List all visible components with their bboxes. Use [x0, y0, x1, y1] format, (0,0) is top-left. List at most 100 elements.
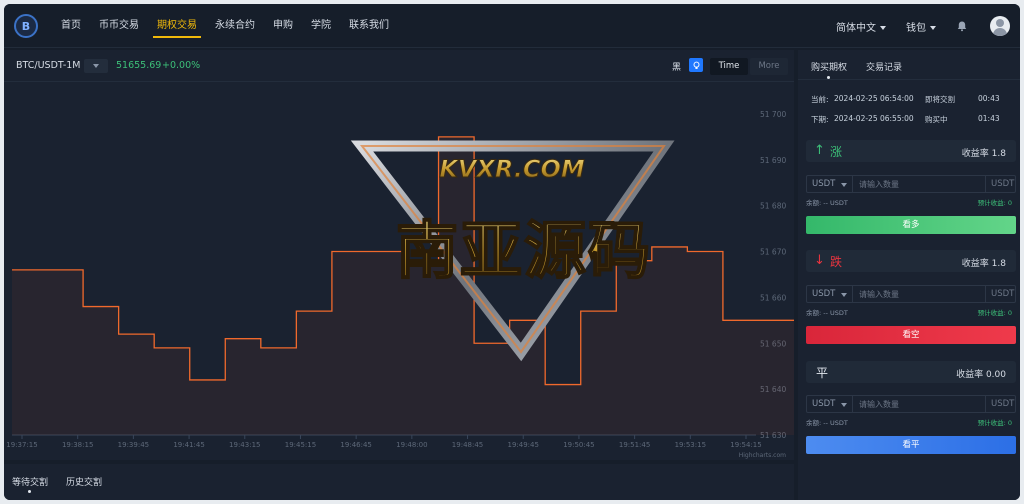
up-label: 涨 — [830, 145, 843, 159]
balance-label: 余额: — [806, 309, 822, 317]
down-rate-label: 收益率 — [961, 259, 989, 269]
currency-select-label[interactable]: USDT — [812, 399, 835, 409]
divider — [985, 396, 986, 412]
tab-history-delivery[interactable]: 历史交割 — [66, 475, 102, 488]
language-select[interactable]: 简体中文 — [836, 19, 886, 34]
expected-value: 0 — [1007, 199, 1012, 207]
buy-flat-button[interactable]: 看平 — [806, 436, 1016, 454]
chart-svg: 51 70051 69051 68051 67051 66051 65051 6… — [6, 110, 794, 459]
current-time: 2024-02-25 06:54:00 — [834, 94, 914, 103]
balance: 余额: -- USDT — [806, 197, 848, 207]
expected-profit: 预计收益: 0 — [978, 417, 1012, 427]
x-tick-label: 19:50:45 — [563, 441, 594, 449]
wallet-label: 钱包 — [906, 22, 926, 34]
next-label: 下期: — [811, 115, 829, 124]
balance-label: 余额: — [806, 199, 822, 207]
arrow-down-icon: ↓ — [814, 253, 825, 268]
divider — [852, 286, 853, 302]
top-nav: B 首页 币币交易 期权交易 永续合约 申购 学院 联系我们 简体中文 钱包 — [4, 4, 1020, 48]
y-tick-label: 51 700 — [760, 110, 786, 119]
balance-value: -- USDT — [823, 199, 848, 207]
chevron-down-icon — [930, 25, 936, 30]
theme-dark-button[interactable]: 黑 — [672, 60, 681, 73]
divider — [852, 396, 853, 412]
tab-active-indicator — [827, 76, 830, 79]
order-panel: 购买期权 交易记录 当前: 2024-02-25 06:54:00 即将交割 0… — [798, 50, 1020, 500]
divider — [985, 176, 986, 192]
x-tick-label: 19:43:15 — [229, 441, 260, 449]
buy-down-button[interactable]: 看空 — [806, 326, 1016, 344]
nav-item-options[interactable]: 期权交易 — [148, 4, 206, 48]
currency-select-label[interactable]: USDT — [812, 289, 835, 299]
price-change: +0.00% — [162, 60, 201, 71]
y-tick-label: 51 680 — [760, 202, 786, 211]
tab-active-indicator — [28, 490, 31, 493]
chevron-down-icon — [880, 25, 886, 30]
time-interval-button[interactable]: Time — [710, 58, 748, 75]
flat-rate-value: 0.00 — [985, 370, 1006, 380]
flat-rate: 收益率 0.00 — [956, 367, 1006, 380]
up-card: ↑ 涨 收益率 1.8 — [806, 140, 1016, 162]
more-interval-button[interactable]: More — [750, 58, 788, 75]
y-tick-label: 51 670 — [760, 248, 786, 257]
current-countdown: 00:43 — [978, 94, 1000, 103]
current-period-row: 当前: 2024-02-25 06:54:00 即将交割 00:43 — [811, 94, 1016, 104]
nav-item-academy[interactable]: 学院 — [302, 4, 340, 48]
y-tick-label: 51 690 — [760, 156, 786, 165]
price-area — [12, 136, 794, 435]
nav-item-perpetual[interactable]: 永续合约 — [206, 4, 264, 48]
chart-credit: Highcharts.com — [739, 452, 786, 459]
x-tick-label: 19:53:15 — [675, 441, 706, 449]
avatar[interactable] — [990, 16, 1010, 36]
next-countdown: 01:43 — [978, 114, 1000, 123]
arrow-up-icon: ↑ — [814, 143, 825, 158]
x-tick-label: 19:38:15 — [62, 441, 93, 449]
app-window: B 首页 币币交易 期权交易 永续合约 申购 学院 联系我们 简体中文 钱包 B… — [4, 4, 1020, 500]
expected-value: 0 — [1007, 419, 1012, 427]
x-tick-label: 19:45:15 — [285, 441, 316, 449]
chevron-down-icon[interactable] — [841, 183, 847, 187]
nav-item-contact[interactable]: 联系我们 — [340, 4, 398, 48]
chevron-down-icon[interactable] — [841, 403, 847, 407]
logo[interactable]: B — [14, 14, 38, 38]
flat-rate-label: 收益率 — [956, 370, 984, 380]
x-tick-label: 19:39:45 — [118, 441, 149, 449]
nav-item-subscribe[interactable]: 申购 — [264, 4, 302, 48]
bell-icon[interactable] — [956, 20, 968, 32]
balance-label: 余额: — [806, 419, 822, 427]
wallet-menu[interactable]: 钱包 — [906, 19, 936, 34]
x-tick-label: 19:48:45 — [452, 441, 483, 449]
balance-value: -- USDT — [823, 419, 848, 427]
down-rate: 收益率 1.8 — [962, 256, 1006, 269]
tab-buy-options[interactable]: 购买期权 — [811, 60, 847, 73]
x-tick-label: 19:54:15 — [730, 441, 761, 449]
expected-profit: 预计收益: 0 — [978, 197, 1012, 207]
price-chart[interactable]: 51 700 51 690 51 680 51 670 51 660 51 650 51 6… — [4, 83, 794, 460]
x-tick-label: 19:49:45 — [508, 441, 539, 449]
down-rate-value: 1.8 — [991, 259, 1006, 269]
tab-trade-records[interactable]: 交易记录 — [866, 60, 902, 73]
buy-up-button[interactable]: 看多 — [806, 216, 1016, 234]
expected-label: 预计收益: — [977, 199, 1006, 207]
flat-amount-input[interactable] — [859, 398, 979, 410]
next-status: 购买中 — [925, 115, 948, 124]
down-amount-field: USDT USDT — [806, 285, 1016, 303]
nav-item-home[interactable]: 首页 — [52, 4, 90, 48]
pair-label: BTC/USDT-1M — [16, 60, 81, 71]
lightbulb-icon[interactable] — [689, 58, 703, 72]
bottom-tabs: 等待交割 历史交割 — [4, 464, 794, 500]
x-tick-label: 19:37:15 — [6, 441, 37, 449]
down-amount-input[interactable] — [859, 288, 979, 300]
nav-item-spot[interactable]: 币币交易 — [90, 4, 148, 48]
divider — [852, 176, 853, 192]
expected-profit: 预计收益: 0 — [978, 307, 1012, 317]
pair-dropdown[interactable] — [84, 59, 108, 73]
down-card: ↓ 跌 收益率 1.8 — [806, 250, 1016, 272]
up-amount-input[interactable] — [859, 178, 979, 190]
current-status: 即将交割 — [925, 95, 955, 104]
tab-pending-delivery[interactable]: 等待交割 — [12, 475, 48, 488]
chevron-down-icon[interactable] — [841, 293, 847, 297]
currency-select-label[interactable]: USDT — [812, 179, 835, 189]
nav-menu: 首页 币币交易 期权交易 永续合约 申购 学院 联系我们 — [52, 4, 398, 48]
currency-unit: USDT — [991, 179, 1015, 189]
